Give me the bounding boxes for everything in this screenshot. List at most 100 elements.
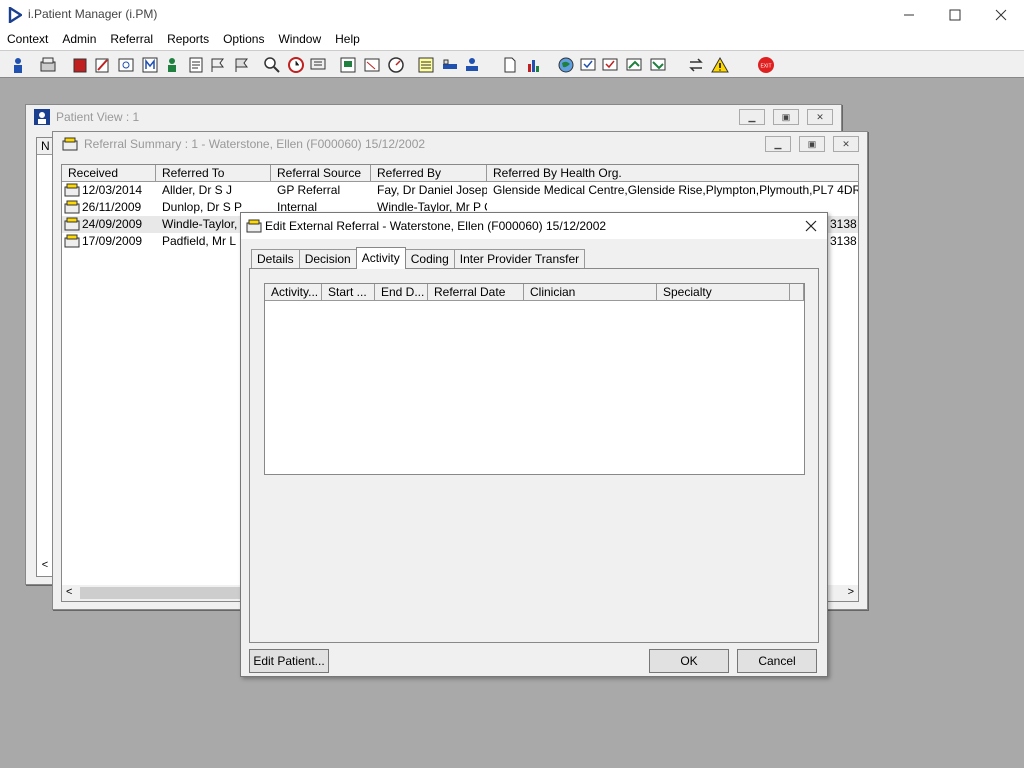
gauge-icon: [388, 56, 404, 73]
patient-view-close-button[interactable]: ✕: [807, 109, 833, 125]
maximize-button[interactable]: [932, 0, 978, 30]
document-icon: [504, 57, 516, 72]
maximize-icon: [949, 9, 961, 21]
tab-coding[interactable]: Coding: [404, 249, 455, 269]
col-header-health-org[interactable]: Referred By Health Org.: [487, 165, 859, 182]
col-header-received[interactable]: Received: [62, 165, 156, 182]
tb-globe-button[interactable]: [556, 54, 576, 75]
col-header-clinician[interactable]: Clinician: [524, 284, 657, 301]
scroll-right-icon[interactable]: >: [848, 586, 854, 598]
col-header-filler: [790, 284, 804, 301]
activity-grid[interactable]: Activity... Start ... End D... Referral …: [264, 283, 805, 475]
menu-options[interactable]: Options: [216, 30, 271, 50]
col-header-referred-to[interactable]: Referred To: [156, 165, 271, 182]
dialog-referral-icon: [246, 219, 262, 233]
list-icon: [418, 57, 434, 72]
transfer-icon: [466, 57, 478, 71]
menu-bar: Context Admin Referral Reports Options W…: [0, 30, 1024, 50]
referral-summary-close-button[interactable]: ✕: [833, 136, 859, 152]
clinician-icon: [168, 57, 176, 72]
tb-book-button[interactable]: [70, 54, 90, 75]
patient-view-minimize-button[interactable]: ▁: [739, 109, 765, 125]
tb-find-button[interactable]: [262, 54, 282, 75]
minimize-button[interactable]: [886, 0, 932, 30]
flag2-icon: [235, 58, 248, 72]
tb-bed-button[interactable]: [440, 54, 460, 75]
flag-icon: [211, 58, 224, 72]
tb-monitor-button[interactable]: [308, 54, 328, 75]
letter-icon: [364, 58, 380, 71]
dialog-close-button[interactable]: [801, 216, 821, 236]
menu-window[interactable]: Window: [271, 30, 328, 50]
tb-m-button[interactable]: [140, 54, 160, 75]
green-arrow-icon: [626, 58, 642, 70]
ok-button[interactable]: OK: [649, 649, 729, 673]
referral-summary-restore-button[interactable]: ▣: [799, 136, 825, 152]
cell-received: 12/03/2014: [82, 183, 143, 197]
cancel-button[interactable]: Cancel: [737, 649, 817, 673]
tb-patient-search-button[interactable]: [8, 54, 28, 75]
tb-document-button[interactable]: [500, 54, 520, 75]
tb-register-button[interactable]: [38, 54, 58, 75]
tab-decision[interactable]: Decision: [298, 249, 357, 269]
tb-warning-button[interactable]: [710, 54, 730, 75]
scroll-left-icon[interactable]: <: [66, 586, 72, 598]
cell-referred-by: Fay, Dr Daniel Joseph: [377, 183, 487, 197]
dialog-tabs: Details Decision Activity Coding Inter P…: [251, 247, 586, 269]
col-header-referred-by[interactable]: Referred By: [371, 165, 487, 182]
col-header-referral-source[interactable]: Referral Source: [271, 165, 371, 182]
bar-chart-icon: [528, 59, 539, 72]
menu-context[interactable]: Context: [0, 30, 55, 50]
col-header-start[interactable]: Start ...: [322, 284, 375, 301]
referral-summary-minimize-button[interactable]: ▁: [765, 136, 791, 152]
tab-inter-provider-transfer[interactable]: Inter Provider Transfer: [453, 249, 586, 269]
edit-patient-button[interactable]: Edit Patient...: [249, 649, 329, 673]
app-title: i.Patient Manager (i.PM): [28, 7, 158, 21]
tb-bar-chart-button[interactable]: [524, 54, 544, 75]
menu-help[interactable]: Help: [328, 30, 367, 50]
menu-reports[interactable]: Reports: [160, 30, 216, 50]
tb-transfer-button[interactable]: [462, 54, 482, 75]
tb-clinician-button[interactable]: [162, 54, 182, 75]
tb-edit-button[interactable]: [92, 54, 112, 75]
menu-admin[interactable]: Admin: [55, 30, 103, 50]
tb-list-button[interactable]: [416, 54, 436, 75]
bed-icon: [443, 59, 457, 69]
tb-check1-button[interactable]: [578, 54, 598, 75]
tb-clock-button[interactable]: [286, 54, 306, 75]
edit-icon: [95, 58, 109, 72]
patient-view-titlebar: Patient View : 1: [26, 105, 841, 129]
tab-details[interactable]: Details: [251, 249, 300, 269]
warning-icon: [711, 56, 729, 72]
tb-check2-button[interactable]: [600, 54, 620, 75]
tb-swap-button[interactable]: [686, 54, 706, 75]
cell-received: 26/11/2009: [82, 200, 142, 214]
tb-green-arrow2-button[interactable]: [648, 54, 668, 75]
col-header-referral-date[interactable]: Referral Date: [428, 284, 524, 301]
activity-tab-panel: Activity... Start ... End D... Referral …: [249, 268, 819, 643]
patient-view-title: Patient View : 1: [56, 110, 140, 124]
scroll-thumb[interactable]: [80, 587, 240, 599]
col-header-specialty[interactable]: Specialty: [657, 284, 790, 301]
tb-gauge-button[interactable]: [386, 54, 406, 75]
patient-view-restore-button[interactable]: ▣: [773, 109, 799, 125]
col-header-activity[interactable]: Activity...: [265, 284, 322, 301]
register-icon: [40, 57, 56, 71]
tab-activity[interactable]: Activity: [355, 247, 406, 269]
tb-flag2-button[interactable]: [232, 54, 252, 75]
tb-flag-button[interactable]: [208, 54, 228, 75]
patient-search-icon: [14, 57, 22, 73]
tb-chart-button[interactable]: [338, 54, 358, 75]
tb-exit-button[interactable]: EXIT: [756, 54, 776, 75]
table-row[interactable]: 12/03/2014 Allder, Dr S J GP Referral Fa…: [62, 182, 858, 199]
tb-search-list-button[interactable]: [116, 54, 136, 75]
green-arrow2-icon: [650, 58, 666, 70]
close-button[interactable]: [978, 0, 1024, 30]
tb-notes-button[interactable]: [186, 54, 206, 75]
check-list2-icon: [602, 58, 618, 70]
tb-letter-button[interactable]: [362, 54, 382, 75]
exit-icon: EXIT: [758, 56, 774, 73]
tb-green-arrow1-button[interactable]: [624, 54, 644, 75]
menu-referral[interactable]: Referral: [103, 30, 160, 50]
col-header-end-date[interactable]: End D...: [375, 284, 428, 301]
